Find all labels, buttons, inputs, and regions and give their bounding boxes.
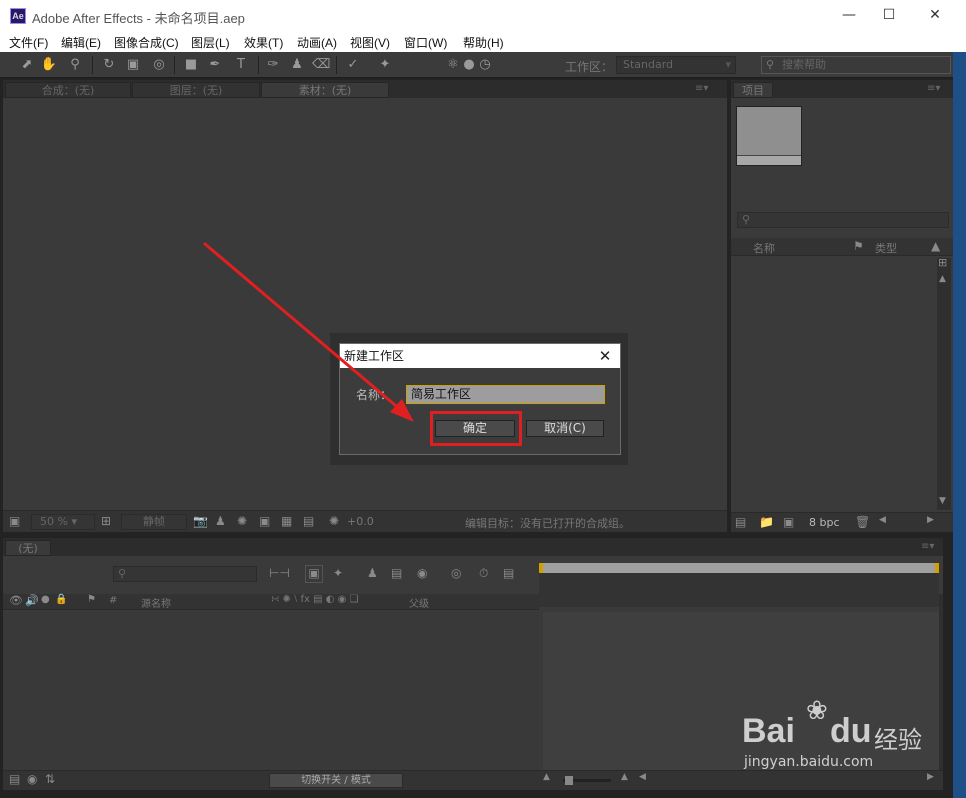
desktop-edge xyxy=(953,52,966,798)
watermark-brand: Bai xyxy=(742,712,795,750)
watermark-url: jingyan.baidu.com xyxy=(744,754,874,770)
watermark-brand2: du xyxy=(830,712,872,750)
watermark: Bai ❀ du 经验 jingyan.baidu.com xyxy=(742,694,922,774)
paw-icon: ❀ xyxy=(806,696,828,726)
watermark-suffix: 经验 xyxy=(874,726,922,754)
annotation-arrow xyxy=(203,242,414,422)
app-window: Ae Adobe After Effects - 未命名项目.aep — ☐ ✕… xyxy=(0,0,966,798)
